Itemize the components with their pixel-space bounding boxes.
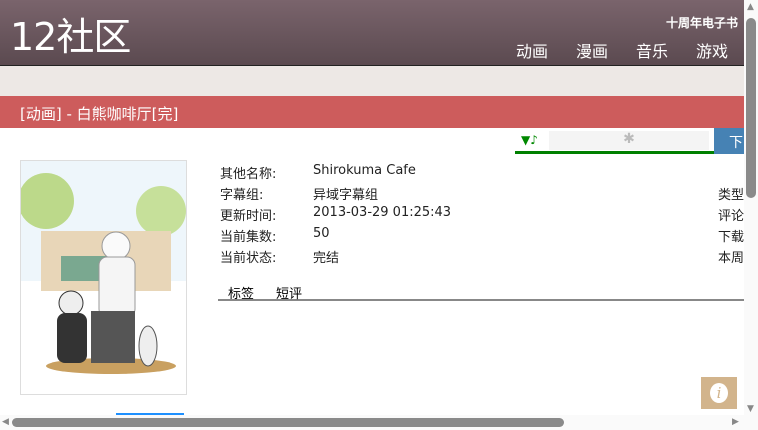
sub-band [0, 66, 744, 96]
type-label: 类型 [718, 188, 745, 203]
main-nav: 动画 漫画 音乐 游戏 [516, 38, 744, 62]
stats-labels: 类型 评论 下载 本周 [718, 184, 744, 268]
scroll-down-icon[interactable]: ▼ [747, 404, 754, 414]
comments-label: 评论 [718, 209, 745, 224]
info-row: 更新时间: 2013-03-29 01:25:43 [220, 205, 452, 224]
nav-games[interactable]: 游戏 [696, 38, 728, 62]
info-icon: i [710, 383, 728, 403]
tab-tags[interactable]: 标签 [228, 287, 254, 302]
scroll-left-icon[interactable]: ◀ [2, 417, 9, 427]
nav-anime[interactable]: 动画 [516, 38, 548, 62]
horizontal-scrollbar[interactable]: ◀ ▶ [0, 415, 744, 430]
puzzle-icon[interactable]: ✱ [549, 131, 709, 150]
site-logo[interactable]: 12社区 [10, 14, 131, 60]
anniversary-link[interactable]: 十周年电子书 [666, 14, 738, 31]
cover-image [18, 160, 187, 395]
tab-reviews[interactable]: 短评 [276, 287, 302, 302]
site-header: 12社区 十周年电子书 动画 漫画 音乐 游戏 [0, 0, 744, 66]
weekly-label: 本周 [718, 251, 745, 266]
tab-bar: 标签 短评 [218, 283, 744, 302]
info-button[interactable]: i [701, 377, 737, 409]
info-row: 其他名称: Shirokuma Cafe [220, 163, 416, 182]
info-row: 当前状态: 完结 [220, 251, 340, 266]
info-table: 其他名称: Shirokuma Cafe 字幕组: 异域字幕组 更新时间: 2013-… [220, 163, 451, 268]
scroll-up-icon[interactable]: ▲ [747, 2, 754, 12]
player-toolbar: ▼♪ ✱ [515, 128, 714, 154]
info-row: 当前集数: 50 [220, 226, 330, 245]
horizontal-scroll-thumb[interactable] [12, 418, 564, 427]
info-row: 字幕组: 异域字幕组 [220, 188, 379, 203]
page-title: [动画] - 白熊咖啡厅[完] [0, 96, 744, 128]
download-button[interactable]: 下载 [714, 128, 744, 154]
vertical-scroll-thumb[interactable] [746, 18, 756, 198]
nav-manga[interactable]: 漫画 [576, 38, 608, 62]
scroll-right-icon[interactable]: ▶ [732, 417, 739, 427]
vertical-scrollbar[interactable]: ▲ ▼ [744, 0, 758, 430]
downloads-label: 下载 [718, 230, 745, 245]
music-icon[interactable]: ▼♪ [521, 133, 538, 147]
nav-music[interactable]: 音乐 [636, 38, 668, 62]
